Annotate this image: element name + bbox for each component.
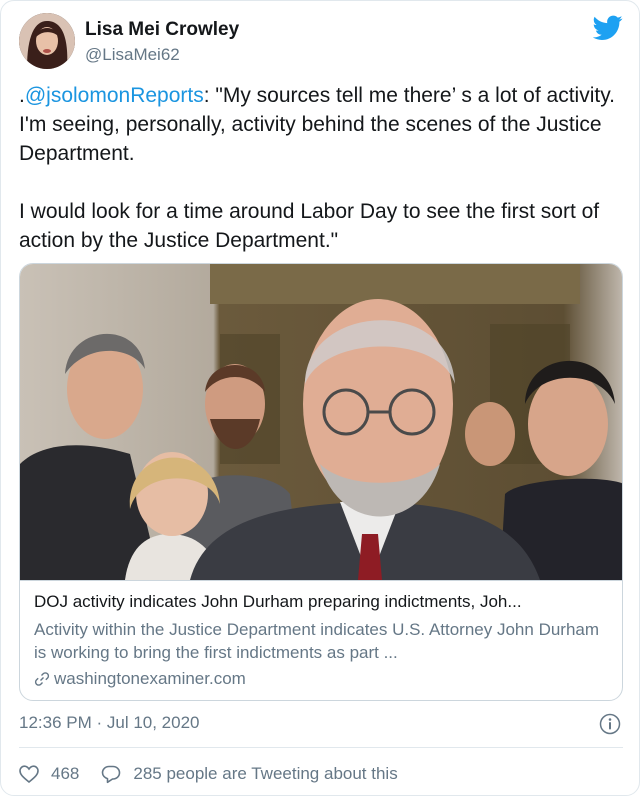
like-count[interactable]: 468 (51, 764, 79, 784)
card-photo[interactable] (20, 264, 623, 580)
tweet-text: .@jsolomonReports: "My sources tell me t… (19, 81, 625, 255)
reply-icon[interactable] (101, 764, 121, 784)
tweet-card: Lisa Mei Crowley @LisaMei62 .@jsolomonRe… (0, 0, 640, 796)
card-meta[interactable]: DOJ activity indicates John Durham prepa… (20, 580, 622, 700)
info-icon[interactable] (599, 713, 621, 735)
user-handle[interactable]: @LisaMei62 (85, 45, 239, 65)
tweet-timestamp[interactable]: 12:36 PM · Jul 10, 2020 (19, 713, 200, 733)
tweet-body: : "My sources tell me there’ s a lot of … (19, 84, 615, 252)
tweet-actions: 468 285 people are Tweeting about this (19, 761, 420, 787)
link-icon (34, 672, 50, 686)
divider (19, 747, 623, 748)
card-title[interactable]: DOJ activity indicates John Durham prepa… (34, 591, 610, 613)
card-domain-text[interactable]: washingtonexaminer.com (54, 669, 246, 689)
heart-icon[interactable] (19, 765, 39, 783)
like-action[interactable]: 468 (19, 764, 79, 784)
card-domain[interactable]: washingtonexaminer.com (34, 669, 610, 689)
link-card[interactable]: DOJ activity indicates John Durham prepa… (19, 263, 623, 701)
card-description[interactable]: Activity within the Justice Department i… (34, 618, 610, 664)
twitter-bird-icon[interactable] (593, 15, 623, 41)
display-name[interactable]: Lisa Mei Crowley (85, 19, 239, 41)
tweet-header: Lisa Mei Crowley @LisaMei62 (19, 13, 623, 69)
conversation-text[interactable]: 285 people are Tweeting about this (133, 764, 397, 784)
avatar[interactable] (19, 13, 75, 69)
conversation-action[interactable]: 285 people are Tweeting about this (101, 764, 398, 784)
mention-link[interactable]: @jsolomonReports (25, 84, 204, 107)
